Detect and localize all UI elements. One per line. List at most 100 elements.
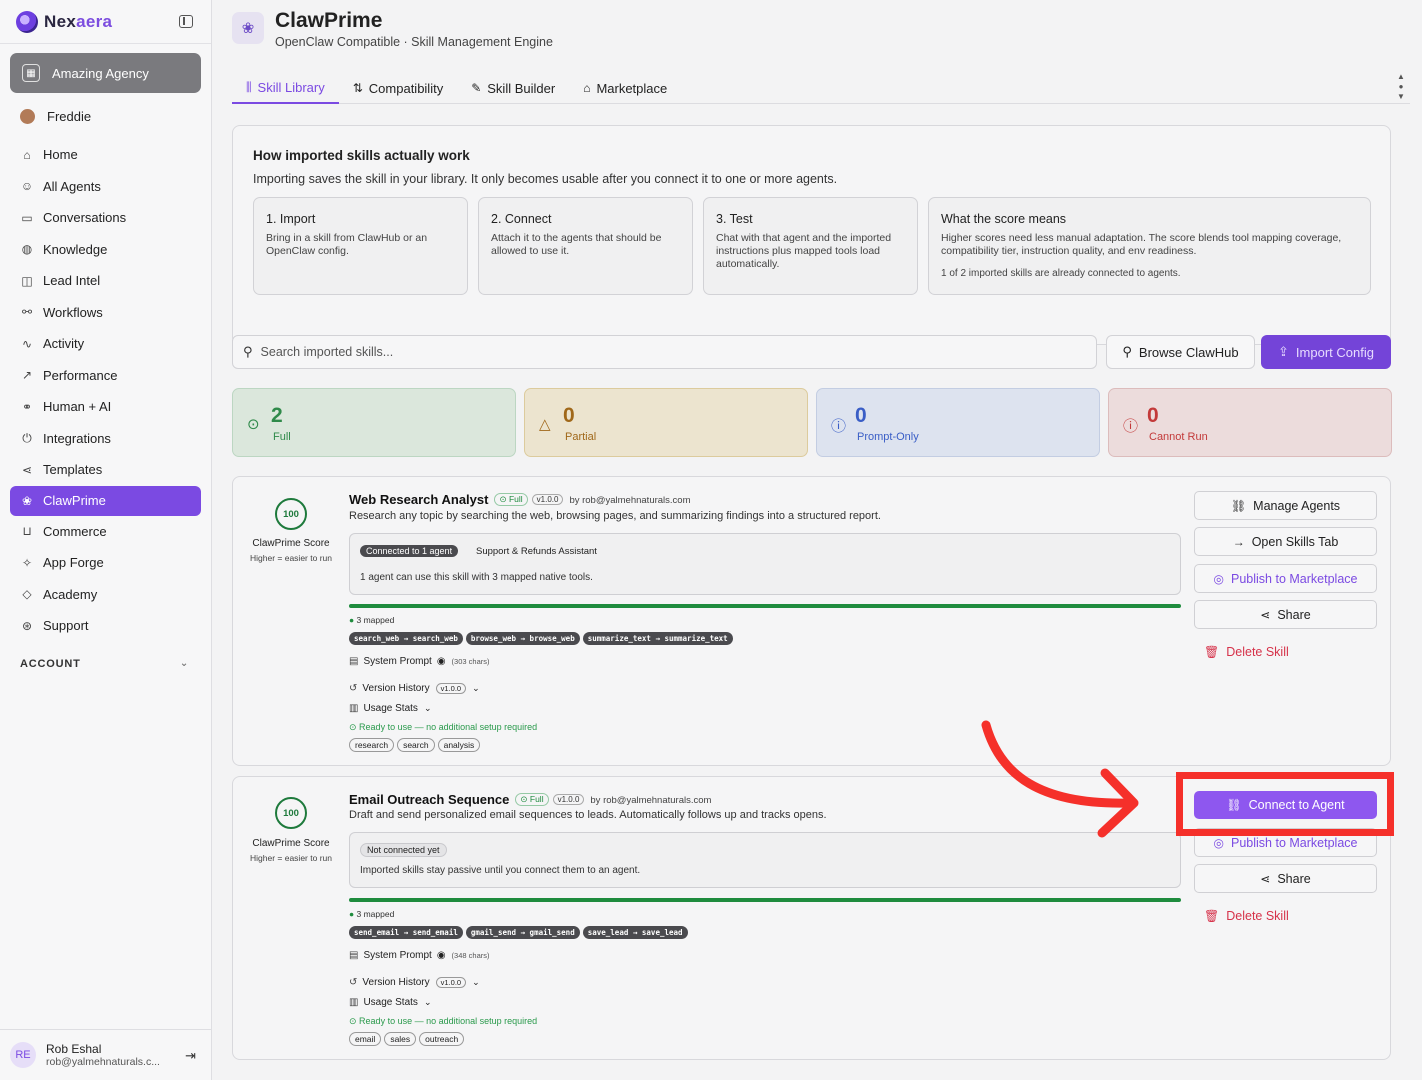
sidebar-item-home[interactable]: ⌂ Home (10, 139, 201, 171)
bar-chart-icon: ▥ (349, 997, 359, 1008)
how-it-works-panel: How imported skills actually work Import… (232, 125, 1391, 345)
tool-chip: save_lead → save_lead (582, 926, 688, 939)
tab-marketplace[interactable]: ⌂ Marketplace (569, 72, 681, 104)
sidebar: Nexaera ▦ Amazing Agency Freddie ⌂ Home ☺… (0, 0, 212, 1080)
step-import: 1. Import Bring in a skill from ClawHub … (253, 197, 468, 295)
compare-icon: ⇅ (352, 81, 363, 95)
connection-box: Connected to 1 agent Support & Refunds A… (349, 533, 1181, 595)
import-config-button[interactable]: ⇪ Import Config (1261, 335, 1391, 369)
support-icon: ⊛ (21, 618, 33, 633)
agents-icon: ☺ (20, 179, 34, 194)
system-prompt-row[interactable]: ▤ System Prompt ◉ (348 chars) (349, 950, 489, 961)
lead-icon: ◫ (21, 273, 33, 288)
score-ring: 100 (275, 797, 307, 829)
page-title: ClawPrime (275, 9, 383, 32)
wrench-icon: ✎ (471, 81, 482, 95)
history-icon: ↺ (349, 683, 358, 694)
sidebar-item-support[interactable]: ⊛ Support (10, 610, 201, 642)
sidebar-item-commerce[interactable]: ⊔ Commerce (10, 516, 201, 548)
manage-agents-button[interactable]: ⛓ Manage Agents (1194, 491, 1377, 520)
sidebar-item-performance[interactable]: ↗ Performance (10, 360, 201, 392)
sidebar-item-knowledge[interactable]: ◍ Knowledge (10, 234, 201, 266)
info-icon: ⓘ (831, 418, 847, 435)
score-ring: 100 (275, 498, 307, 530)
sidebar-item-lead-intel[interactable]: ◫ Lead Intel (10, 265, 201, 297)
usage-stats-toggle[interactable]: ▥ Usage Stats ⌄ (349, 997, 431, 1008)
history-icon: ↺ (349, 977, 358, 988)
system-prompt-row[interactable]: ▤ System Prompt ◉ (303 chars) (349, 656, 489, 667)
delete-skill-button[interactable]: 🗑 Delete Skill (1194, 901, 1377, 930)
share-button[interactable]: ⋖ Share (1194, 864, 1377, 893)
mapped-count: ● 3 mapped (349, 615, 395, 625)
user-switcher[interactable]: Freddie (0, 93, 211, 139)
agency-name: Amazing Agency (52, 65, 149, 81)
version-history-toggle[interactable]: ↺ Version History v1.0.0 ⌄ (349, 977, 480, 988)
share-button[interactable]: ⋖ Share (1194, 600, 1377, 629)
eye-icon[interactable]: ◉ (437, 950, 446, 961)
sidebar-item-activity[interactable]: ∿ Activity (10, 328, 201, 360)
connection-badge: Not connected yet (360, 843, 447, 857)
publish-marketplace-button[interactable]: ◎ Publish to Marketplace (1194, 564, 1377, 593)
sidebar-item-conversations[interactable]: ▭ Conversations (10, 202, 201, 234)
search-icon: ⚲ (1122, 344, 1132, 359)
search-input[interactable]: ⚲ Search imported skills... (232, 335, 1097, 369)
step-score-meaning: What the score means Higher scores need … (928, 197, 1371, 295)
workflow-icon: ⚯ (21, 305, 33, 320)
browse-clawhub-button[interactable]: ⚲ Browse ClawHub (1106, 335, 1255, 369)
plug-icon: ⏻ (22, 430, 32, 445)
skill-description: Research any topic by searching the web,… (349, 510, 881, 522)
sidebar-item-all-agents[interactable]: ☺ All Agents (10, 171, 201, 203)
clawprime-icon: ❀ (21, 493, 33, 508)
clawprime-icon: ❀ (232, 12, 264, 44)
annotation-arrow-icon (981, 720, 1139, 838)
mapped-count: ● 3 mapped (349, 909, 395, 919)
trash-icon: 🗑 (1204, 644, 1220, 659)
home-icon: ⌂ (23, 147, 31, 162)
version-history-toggle[interactable]: ↺ Version History v1.0.0 ⌄ (349, 683, 480, 694)
sidebar-item-app-forge[interactable]: ✧ App Forge (10, 547, 201, 579)
open-skills-tab-button[interactable]: → Open Skills Tab (1194, 527, 1377, 556)
document-icon: ▤ (349, 656, 359, 667)
stat-prompt-only: ⓘ 0 Prompt-Only (816, 388, 1100, 457)
version-badge: v1.0.0 (552, 794, 585, 805)
tab-skill-library[interactable]: ⫼ Skill Library (232, 72, 339, 104)
footer-user[interactable]: RE Rob Eshal rob@yalmehnaturals.c... ⇥ (0, 1029, 212, 1080)
logout-icon[interactable]: ⇥ (185, 1048, 196, 1064)
sidebar-item-human-ai[interactable]: ⚭ Human + AI (10, 391, 201, 423)
sidebar-item-templates[interactable]: ⋖ Templates (10, 454, 201, 486)
sidebar-item-academy[interactable]: ◇ Academy (10, 579, 201, 611)
main-content: ❀ ClawPrime OpenClaw Compatible · Skill … (212, 0, 1410, 1080)
how-subtitle: Importing saves the skill in your librar… (253, 172, 838, 186)
document-icon: ▤ (349, 950, 359, 961)
skill-card: 100 ClawPrime Score Higher = easier to r… (232, 476, 1391, 766)
sidebar-item-integrations[interactable]: ⏻ Integrations (10, 423, 201, 455)
tool-chip: browse_web → browse_web (465, 632, 580, 645)
delete-skill-button[interactable]: 🗑 Delete Skill (1194, 637, 1377, 666)
tab-compatibility[interactable]: ⇅ Compatibility (339, 72, 457, 104)
tool-chip: gmail_send → gmail_send (465, 926, 580, 939)
mapping-progress-bar (349, 898, 1181, 902)
skill-name: Email Outreach Sequence ⊙ Full v1.0.0 by ro… (349, 792, 712, 807)
tier-badge: ⊙ Full (515, 793, 549, 806)
eye-icon[interactable]: ◉ (437, 656, 446, 667)
usage-stats-toggle[interactable]: ▥ Usage Stats ⌄ (349, 703, 431, 714)
chevron-down-icon: ⌄ (423, 703, 432, 713)
how-title: How imported skills actually work (253, 148, 470, 163)
sidebar-item-workflows[interactable]: ⚯ Workflows (10, 297, 201, 329)
scroll-arrows-icon[interactable]: ▲ ● ▼ (1396, 72, 1406, 102)
sidebar-item-clawprime[interactable]: ❀ ClawPrime (10, 485, 201, 516)
tab-skill-builder[interactable]: ✎ Skill Builder (457, 72, 569, 104)
account-section-toggle[interactable]: ACCOUNT ⌄ (0, 642, 211, 686)
agency-switcher[interactable]: ▦ Amazing Agency (10, 53, 201, 93)
stat-full: ⊙ 2 Full (232, 388, 516, 457)
sidebar-nav: ⌂ Home ☺ All Agents ▭ Conversations ◍ Knowle… (0, 139, 211, 642)
connected-agent: Support & Refunds Assistant (476, 546, 597, 557)
sidebar-collapse-icon[interactable] (179, 15, 193, 28)
chevron-down-icon: ⌄ (472, 977, 480, 987)
chevron-down-icon: ⌄ (423, 997, 432, 1007)
skill-description: Draft and send personalized email sequen… (349, 809, 827, 821)
footer-user-email: rob@yalmehnaturals.c... (46, 1056, 160, 1068)
ready-status: ⊙ Ready to use — no additional setup req… (349, 1016, 538, 1026)
sparkle-icon: ✧ (21, 555, 33, 570)
search-icon: ⚲ (243, 344, 253, 359)
